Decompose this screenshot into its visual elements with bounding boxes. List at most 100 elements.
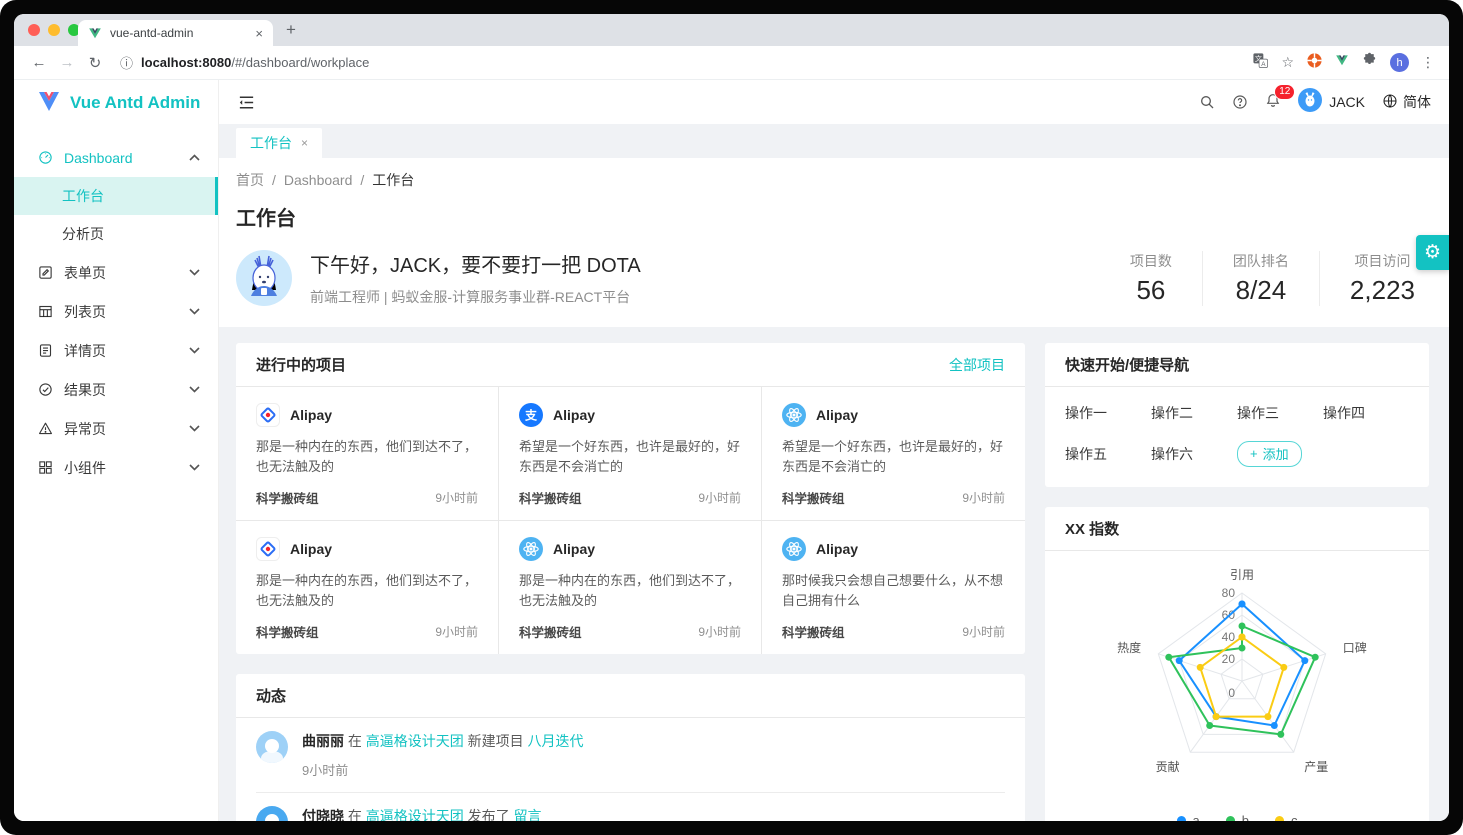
greeting-text: 下午好，JACK，要不要打一把 DOTA: [310, 249, 641, 278]
quick-link-操作一[interactable]: 操作一: [1065, 403, 1151, 423]
project-name-link[interactable]: Alipay: [553, 407, 595, 423]
warning-icon: [38, 421, 54, 437]
project-card[interactable]: Alipay希望是一个好东西，也许是最好的，好东西是不会消亡的科学搬砖组9小时前: [762, 387, 1025, 521]
quick-link-操作三[interactable]: 操作三: [1237, 403, 1323, 423]
sidebar-item-label: 列表页: [64, 302, 106, 322]
legend-item-b[interactable]: b: [1226, 813, 1249, 821]
app-logo-title: Vue Antd Admin: [70, 93, 200, 113]
sidebar-item-label: Dashboard: [64, 150, 133, 166]
forward-button[interactable]: →: [54, 54, 80, 71]
extension-orange-icon[interactable]: [1306, 52, 1323, 74]
vue-devtools-icon[interactable]: [1335, 53, 1349, 72]
browser-profile-avatar[interactable]: h: [1390, 53, 1409, 72]
project-card[interactable]: 支Alipay希望是一个好东西，也许是最好的，好东西是不会消亡的科学搬砖组9小时…: [499, 387, 762, 521]
project-name-link[interactable]: Alipay: [290, 541, 332, 557]
translate-icon[interactable]: 文A: [1252, 52, 1269, 74]
sidebar-item-list[interactable]: 列表页: [14, 292, 218, 331]
tab-close-icon[interactable]: ×: [255, 26, 263, 41]
table-icon: [38, 304, 54, 320]
sidebar-item-widget[interactable]: 小组件: [14, 448, 218, 487]
reload-button[interactable]: ↻: [82, 54, 108, 72]
sidebar-subitem-工作台[interactable]: 工作台: [14, 177, 218, 215]
bookmark-star-icon[interactable]: ☆: [1281, 54, 1294, 71]
settings-drawer-button[interactable]: ⚙: [1416, 235, 1449, 270]
site-info-icon[interactable]: ⓘ: [120, 53, 133, 72]
search-icon[interactable]: [1199, 94, 1215, 110]
activity-link[interactable]: 高逼格设计天团: [366, 733, 464, 749]
activity-link[interactable]: 留言: [514, 808, 542, 821]
notifications-bell[interactable]: 12: [1265, 92, 1281, 113]
project-card[interactable]: Alipay那是一种内在的东西，他们到达不了，也无法触及的科学搬砖组9小时前: [236, 521, 499, 654]
project-description: 那是一种内在的东西，他们到达不了，也无法触及的: [519, 571, 741, 611]
project-name-link[interactable]: Alipay: [816, 407, 858, 423]
greeting-avatar: [236, 250, 292, 306]
sidebar-subitem-分析页[interactable]: 分析页: [14, 215, 218, 253]
sidebar-item-detail[interactable]: 详情页: [14, 331, 218, 370]
user-menu[interactable]: JACK: [1298, 88, 1365, 117]
project-name-link[interactable]: Alipay: [816, 541, 858, 557]
add-quick-link-button[interactable]: +添加: [1237, 441, 1302, 467]
menu-fold-icon[interactable]: [237, 93, 256, 112]
project-name-link[interactable]: Alipay: [290, 407, 332, 423]
project-name-link[interactable]: Alipay: [553, 541, 595, 557]
window-close-button[interactable]: [28, 24, 40, 36]
breadcrumb-separator: /: [360, 172, 364, 188]
project-card[interactable]: Alipay那是一种内在的东西，他们到达不了，也无法触及的科学搬砖组9小时前: [236, 387, 499, 521]
user-avatar: [1298, 88, 1322, 117]
project-grid: Alipay那是一种内在的东西，他们到达不了，也无法触及的科学搬砖组9小时前支A…: [236, 387, 1025, 654]
legend-item-a[interactable]: a: [1177, 813, 1200, 821]
url-path: /#/dashboard/workplace: [231, 55, 369, 70]
new-tab-button[interactable]: +: [286, 20, 296, 40]
extensions-puzzle-icon[interactable]: [1361, 52, 1378, 74]
project-card[interactable]: Alipay那是一种内在的东西，他们到达不了，也无法触及的科学搬砖组9小时前: [499, 521, 762, 654]
activity-link[interactable]: 八月迭代: [528, 733, 584, 749]
sidebar-item-form[interactable]: 表单页: [14, 253, 218, 292]
page-tab-close-icon[interactable]: ×: [301, 136, 308, 150]
activity-segment: 发布了: [464, 808, 514, 821]
legend-item-c[interactable]: c: [1275, 813, 1298, 821]
quick-link-操作五[interactable]: 操作五: [1065, 444, 1151, 464]
svg-text:0: 0: [1228, 686, 1235, 700]
stat-value: 8/24: [1233, 275, 1289, 306]
page-header: 首页/Dashboard/工作台 工作台 下午好，JACK，要不要打一把 DOT…: [219, 158, 1449, 327]
breadcrumb-item[interactable]: Dashboard: [284, 172, 353, 188]
project-group-link[interactable]: 科学搬砖组: [782, 622, 845, 641]
window-minimize-button[interactable]: [48, 24, 60, 36]
language-label: 简体: [1403, 92, 1431, 112]
sidebar-item-label: 小组件: [64, 458, 106, 478]
username: JACK: [1329, 94, 1365, 110]
project-card[interactable]: Alipay那时候我只会想自己想要什么，从不想自己拥有什么科学搬砖组9小时前: [762, 521, 1025, 654]
project-group-link[interactable]: 科学搬砖组: [256, 622, 319, 641]
sidebar-item-exception[interactable]: 异常页: [14, 409, 218, 448]
quick-link-操作四[interactable]: 操作四: [1323, 403, 1409, 423]
page-tab-label: 工作台: [250, 133, 292, 153]
sidebar-item-result[interactable]: 结果页: [14, 370, 218, 409]
app-logo[interactable]: Vue Antd Admin: [14, 80, 218, 126]
breadcrumb-item[interactable]: 首页: [236, 172, 264, 188]
language-switcher[interactable]: 简体: [1382, 92, 1431, 112]
page-tab-workplace[interactable]: 工作台 ×: [236, 128, 322, 158]
quick-link-操作六[interactable]: 操作六: [1151, 444, 1237, 464]
app-header: 12 JACK 简体: [219, 80, 1449, 124]
radar-chart: 引用口碑产量贡献热度020406080: [1057, 559, 1417, 809]
window-controls: [28, 24, 80, 36]
address-bar[interactable]: ⓘ localhost:8080/#/dashboard/workplace: [110, 53, 1250, 72]
browser-window: vue-antd-admin × + ← → ↻ ⓘ localhost:808…: [14, 14, 1449, 821]
activity-link[interactable]: 高逼格设计天团: [366, 808, 464, 821]
project-time: 9小时前: [435, 623, 478, 640]
project-group-link[interactable]: 科学搬砖组: [519, 488, 582, 507]
all-projects-link[interactable]: 全部项目: [949, 355, 1005, 375]
quick-link-操作二[interactable]: 操作二: [1151, 403, 1237, 423]
back-button[interactable]: ←: [26, 54, 52, 71]
legend-dot: [1275, 816, 1284, 821]
chrome-menu-icon[interactable]: ⋮: [1421, 54, 1435, 71]
page-content: 进行中的项目 全部项目 Alipay那是一种内在的东西，他们到达不了，也无法触及…: [219, 327, 1449, 821]
project-group-link[interactable]: 科学搬砖组: [256, 488, 319, 507]
project-group-link[interactable]: 科学搬砖组: [519, 622, 582, 641]
stat-label: 项目访问: [1350, 251, 1415, 271]
browser-tab[interactable]: vue-antd-admin ×: [78, 20, 273, 46]
activity-segment: 付晓晓: [302, 808, 344, 821]
project-group-link[interactable]: 科学搬砖组: [782, 488, 845, 507]
sidebar-item-dashboard[interactable]: Dashboard: [14, 138, 218, 177]
help-icon[interactable]: [1232, 94, 1248, 110]
